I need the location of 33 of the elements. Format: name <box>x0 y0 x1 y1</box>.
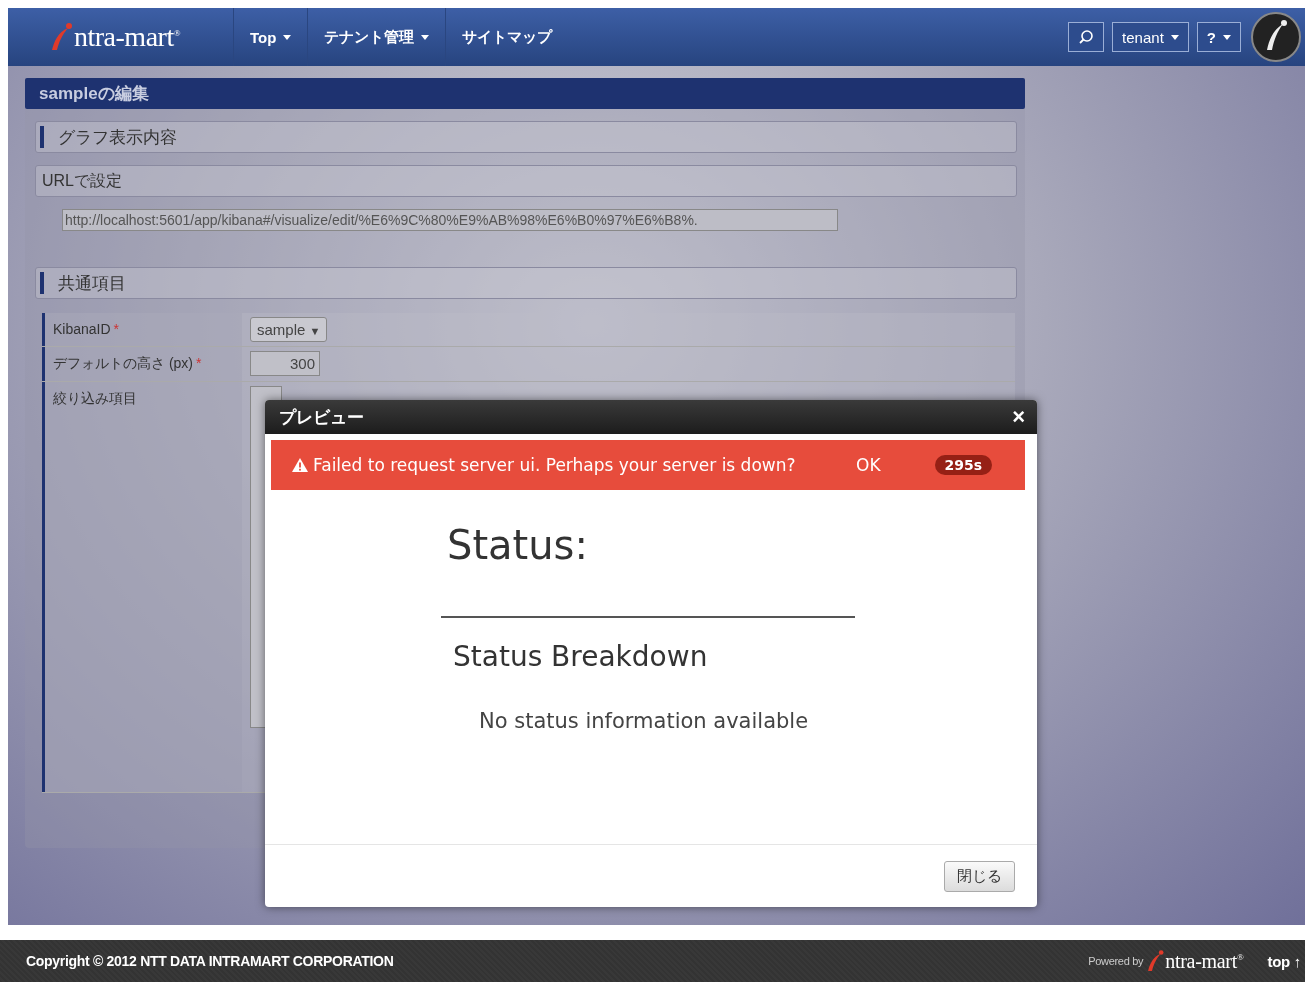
close-dialog-button[interactable]: 閉じる <box>944 860 1015 892</box>
close-button[interactable]: × <box>1012 404 1025 430</box>
select-dropdown[interactable]: sample ▼ <box>250 317 328 342</box>
logo-emblem-icon <box>1251 12 1301 62</box>
search-button[interactable] <box>1068 22 1105 52</box>
logo-text: ntra-mart$^{®}$ <box>1165 949 1244 973</box>
powered-by-text: Powered by <box>1088 955 1144 967</box>
required-mark: * <box>113 321 120 337</box>
panel-title: sampleの編集 <box>25 78 1025 109</box>
section-heading-text: 共通項目 <box>58 272 126 295</box>
section-heading-text: グラフ表示内容 <box>58 126 177 149</box>
ok-button[interactable]: OK <box>856 455 881 475</box>
countdown-badge: 295s <box>934 455 993 475</box>
dialog-title: プレビュー <box>279 406 364 429</box>
status-title: Status: <box>446 522 589 568</box>
subsection-heading: URLで設定 <box>35 165 1017 197</box>
logo-text: ntra-mart$^{®}$ <box>74 21 180 53</box>
number-field[interactable]: 300 <box>250 351 320 376</box>
logo-icon <box>1145 949 1166 973</box>
search-icon <box>1078 29 1095 45</box>
empty-message: No status information available <box>478 709 810 733</box>
url-field[interactable]: http://localhost:5601/app/kibana#/visualize/edit/%E6%9C%80%E9%AB%98%E6%B0%97%E6%B8%. <box>62 209 838 231</box>
breakdown-title: Status Breakdown <box>452 640 709 673</box>
alert-message: Failed to request server ui. Perhaps your server is down? <box>313 455 797 475</box>
top-link[interactable]: top ↑ <box>1267 952 1301 970</box>
required-mark: * <box>196 355 202 371</box>
copyright-text: Copyright © 2012 NTT DATA INTRAMART CORPORATION <box>26 953 394 969</box>
help-menu-button[interactable]: ? <box>1196 22 1241 52</box>
warning-icon <box>291 457 309 473</box>
user-menu-button[interactable]: tenant <box>1112 22 1189 52</box>
field-label: 絞り込み項目 <box>53 390 137 406</box>
field-label: KibanaID <box>53 321 111 337</box>
field-label: デフォルトの高さ (px) <box>53 355 193 371</box>
